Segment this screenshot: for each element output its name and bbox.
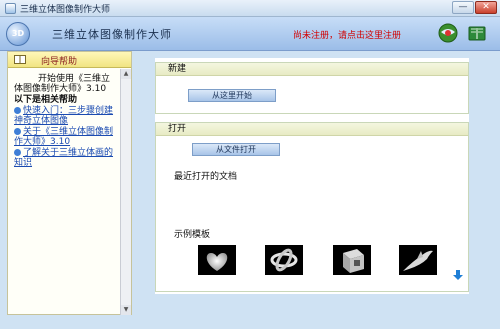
cube-icon	[343, 249, 364, 273]
template-knot-thumbnail[interactable]	[265, 245, 303, 275]
web-globe-icon[interactable]	[437, 22, 459, 44]
scroll-up-arrow-icon[interactable]: ▲	[121, 69, 131, 79]
open-file-button[interactable]: 从文件打开	[192, 143, 280, 156]
close-button[interactable]: ✕	[475, 1, 497, 14]
help-section-title: 以下是相关帮助	[14, 95, 78, 105]
help-link-knowledge[interactable]: 了解关于三维立体画的知识	[14, 148, 117, 168]
template-heart-thumbnail[interactable]	[198, 245, 236, 275]
help-link-about[interactable]: 关于《三维立体图像制作大师》3.10	[14, 127, 117, 147]
sidebar-content: 开始使用《三维立体图像制作大师》3.10 以下是相关帮助 快速入门：三步骤创建神…	[8, 69, 121, 314]
bullet-icon	[14, 149, 21, 156]
new-panel-heading: 新建	[156, 63, 468, 76]
heart-icon	[206, 253, 228, 271]
open-panel: 打开 从文件打开 最近打开的文档 示例模板	[155, 122, 469, 292]
recent-documents-label: 最近打开的文档	[174, 172, 238, 182]
help-link-quickstart[interactable]: 快速入门：三步骤创建神奇立体图像	[14, 106, 117, 126]
register-link[interactable]: 尚未注册，请点击这里注册	[293, 28, 401, 41]
status-bar	[0, 315, 500, 329]
logo-3d-icon: 3D	[6, 22, 30, 46]
title-bar: 三维立体图像制作大师 — ✕	[0, 0, 500, 17]
minimize-button[interactable]: —	[452, 1, 474, 14]
new-panel: 新建 从这里开始	[155, 62, 469, 114]
sidebar-header: 向导帮助	[8, 52, 131, 68]
template-cube-thumbnail[interactable]	[333, 245, 371, 275]
help-book-icon[interactable]	[466, 22, 488, 44]
welcome-text: 开始使用《三维立体图像制作大师》3.10	[14, 74, 111, 94]
sidebar-scrollbar[interactable]: ▲ ▼	[120, 69, 131, 315]
bullet-icon	[14, 128, 21, 135]
knot-icon	[270, 248, 298, 272]
book-icon	[14, 55, 26, 64]
template-dolphin-thumbnail[interactable]	[399, 245, 437, 275]
app-header: 3D 三维立体图像制作大师 尚未注册，请点击这里注册	[0, 17, 500, 51]
start-here-button[interactable]: 从这里开始	[188, 89, 276, 102]
scroll-down-arrow-icon[interactable]: ▼	[121, 305, 131, 315]
app-title: 三维立体图像制作大师	[52, 28, 172, 41]
scroll-templates-down-icon[interactable]	[452, 269, 464, 281]
open-panel-heading: 打开	[156, 123, 468, 136]
dolphin-icon	[403, 250, 433, 271]
main-content: 新建 从这里开始 打开 从文件打开 最近打开的文档 示例模板	[155, 58, 469, 294]
sidebar-heading: 向导帮助	[41, 57, 78, 67]
app-icon	[5, 3, 16, 14]
templates-label: 示例模板	[174, 230, 211, 240]
guide-sidebar: 向导帮助 开始使用《三维立体图像制作大师》3.10 以下是相关帮助 快速入门：三…	[7, 51, 132, 315]
bullet-icon	[14, 107, 21, 114]
window-title: 三维立体图像制作大师	[20, 5, 111, 15]
